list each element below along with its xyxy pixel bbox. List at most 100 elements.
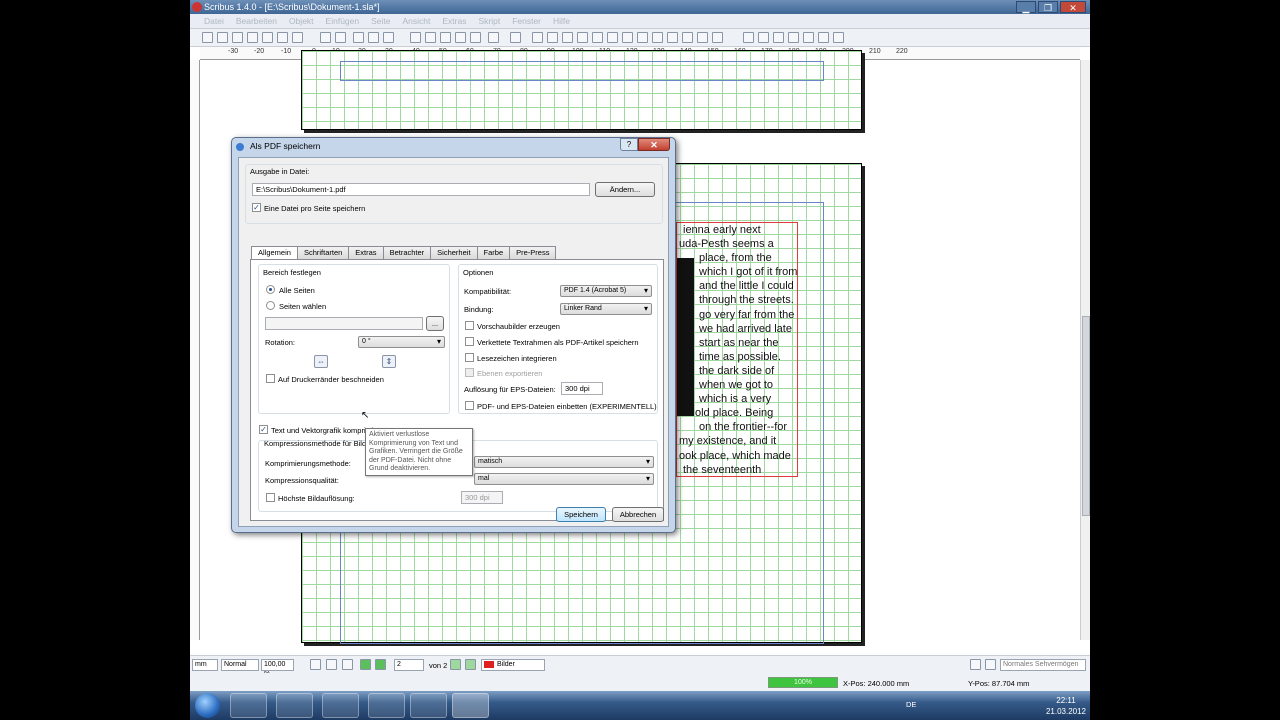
- preflight-icon[interactable]: [277, 32, 288, 43]
- thunderbird-taskbar-button[interactable]: [322, 693, 359, 718]
- thumbnails-checkbox[interactable]: [465, 321, 474, 330]
- polygon-icon[interactable]: [510, 32, 521, 43]
- change-button[interactable]: Ändern...: [595, 182, 655, 197]
- menu-ansicht[interactable]: Ansicht: [402, 14, 430, 28]
- text-frame[interactable]: ienna early next uda-Pesth seems a place…: [676, 222, 798, 477]
- firefox-taskbar-button[interactable]: [276, 693, 313, 718]
- bezier-icon[interactable]: [562, 32, 573, 43]
- pdf-annotation-icon[interactable]: [818, 32, 829, 43]
- pdf-combobox-icon[interactable]: [788, 32, 799, 43]
- paste-icon[interactable]: [383, 32, 394, 43]
- help-button[interactable]: ?: [620, 138, 638, 151]
- zoom-in-icon[interactable]: [342, 659, 353, 670]
- print-icon[interactable]: [262, 32, 273, 43]
- menu-einfuegen[interactable]: Einfügen: [326, 14, 360, 28]
- menu-datei[interactable]: Datei: [204, 14, 224, 28]
- crop-marks-checkbox[interactable]: [266, 374, 275, 383]
- tab-allgemein[interactable]: Allgemein: [251, 246, 298, 260]
- menu-hilfe[interactable]: Hilfe: [553, 14, 570, 28]
- binding-select[interactable]: Linker Rand: [560, 303, 652, 315]
- table-icon[interactable]: [470, 32, 481, 43]
- link-frames-icon[interactable]: [652, 32, 663, 43]
- unlink-frames-icon[interactable]: [667, 32, 678, 43]
- mirror-vertical-icon[interactable]: ⇕: [382, 355, 396, 368]
- menu-objekt[interactable]: Objekt: [289, 14, 314, 28]
- maximize-button[interactable]: ❐: [1038, 1, 1058, 13]
- pdf-link-icon[interactable]: [833, 32, 844, 43]
- menu-seite[interactable]: Seite: [371, 14, 390, 28]
- bookmarks-checkbox[interactable]: [465, 353, 474, 362]
- pdf-textfield-icon[interactable]: [758, 32, 769, 43]
- scrollbar-thumb[interactable]: [1082, 316, 1090, 516]
- rotation-select[interactable]: 0 °: [358, 336, 445, 348]
- image-frame-icon[interactable]: [440, 32, 451, 43]
- choose-pages-radio[interactable]: [266, 301, 275, 310]
- edit-text-icon[interactable]: [637, 32, 648, 43]
- cut-icon[interactable]: [353, 32, 364, 43]
- pdf-button-icon[interactable]: [743, 32, 754, 43]
- tab-sicherheit[interactable]: Sicherheit: [430, 246, 478, 259]
- compress-text-checkbox[interactable]: ✓: [259, 425, 268, 434]
- next-page-icon[interactable]: [450, 659, 461, 670]
- measure-icon[interactable]: [682, 32, 693, 43]
- last-page-icon[interactable]: [465, 659, 476, 670]
- language-indicator[interactable]: DE: [906, 700, 916, 709]
- layer-select[interactable]: Bilder: [481, 659, 545, 671]
- close-button[interactable]: ✕: [1060, 1, 1086, 13]
- render-frame-icon[interactable]: [455, 32, 466, 43]
- pdf-export-icon[interactable]: [292, 32, 303, 43]
- pdf-checkbox-icon[interactable]: [773, 32, 784, 43]
- arc-icon[interactable]: [532, 32, 543, 43]
- undo-icon[interactable]: [320, 32, 331, 43]
- preview-mode-select[interactable]: Normal: [221, 659, 259, 671]
- start-button[interactable]: [195, 693, 220, 718]
- visual-appearance-select[interactable]: Normales Sehvermögen: [1000, 659, 1086, 671]
- copy-properties-icon[interactable]: [697, 32, 708, 43]
- line-icon[interactable]: [547, 32, 558, 43]
- edit-content-icon[interactable]: [622, 32, 633, 43]
- prev-page-icon[interactable]: [375, 659, 386, 670]
- tab-extras[interactable]: Extras: [348, 246, 384, 259]
- minimize-button[interactable]: ▁: [1016, 1, 1036, 13]
- color-wheel-icon[interactable]: [970, 659, 981, 670]
- security-taskbar-button[interactable]: [410, 693, 447, 718]
- tab-betrachter[interactable]: Betrachter: [382, 246, 432, 259]
- menu-extras[interactable]: Extras: [442, 14, 466, 28]
- eps-resolution-input[interactable]: 300 dpi: [561, 382, 603, 395]
- compression-method-select[interactable]: matisch: [474, 456, 654, 468]
- explorer-taskbar-button[interactable]: [230, 693, 267, 718]
- first-page-icon[interactable]: [360, 659, 371, 670]
- menu-skript[interactable]: Skript: [478, 14, 500, 28]
- vertical-scrollbar[interactable]: [1080, 60, 1090, 640]
- zoom-icon[interactable]: [607, 32, 618, 43]
- eyedropper-icon[interactable]: [712, 32, 723, 43]
- save-button[interactable]: Speichern: [556, 507, 606, 522]
- max-resolution-checkbox[interactable]: [266, 493, 275, 502]
- tab-farbe[interactable]: Farbe: [476, 246, 511, 259]
- pages-input[interactable]: [265, 317, 423, 330]
- zoom-input[interactable]: 100,00 %: [261, 659, 294, 678]
- copy-icon[interactable]: [368, 32, 379, 43]
- clock[interactable]: 22:11 21.03.2012: [1046, 695, 1086, 717]
- text-frame-icon[interactable]: [425, 32, 436, 43]
- pdf-listbox-icon[interactable]: [803, 32, 814, 43]
- tab-schriftarten[interactable]: Schriftarten: [296, 246, 350, 259]
- mirror-horizontal-icon[interactable]: ⇔: [314, 355, 328, 368]
- zoom-out-icon[interactable]: [310, 659, 321, 670]
- page-1[interactable]: [301, 50, 862, 130]
- cancel-button[interactable]: Abbrechen: [612, 507, 664, 522]
- menu-bearbeiten[interactable]: Bearbeiten: [236, 14, 277, 28]
- one-file-per-page-checkbox[interactable]: ✓: [252, 203, 261, 212]
- choose-pages-button[interactable]: ...: [426, 316, 444, 331]
- select-tool-icon[interactable]: [410, 32, 421, 43]
- max-resolution-input[interactable]: 300 dpi: [461, 491, 503, 504]
- linked-frames-checkbox[interactable]: [465, 337, 474, 346]
- shape-icon[interactable]: [488, 32, 499, 43]
- tab-pre-press[interactable]: Pre-Press: [509, 246, 557, 259]
- open-icon[interactable]: [217, 32, 228, 43]
- compat-select[interactable]: PDF 1.4 (Acrobat 5): [560, 285, 652, 297]
- compression-quality-select[interactable]: mal: [474, 473, 654, 485]
- save-icon[interactable]: [232, 32, 243, 43]
- all-pages-radio[interactable]: [266, 285, 275, 294]
- unit-select[interactable]: mm: [192, 659, 218, 671]
